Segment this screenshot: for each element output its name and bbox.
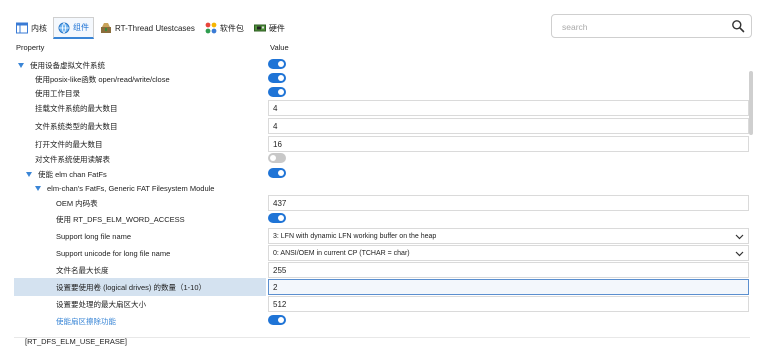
- toggle-switch[interactable]: [268, 153, 286, 163]
- config-row: Support unicode for long file name 0: AN…: [14, 244, 750, 262]
- package-grid-icon: [205, 22, 217, 34]
- hardware-board-icon: [253, 22, 266, 34]
- row-label: 对文件系统使用读解表: [35, 154, 110, 164]
- expand-arrow-icon[interactable]: [26, 171, 32, 177]
- config-row: 设置要处理的最大扇区大小 512: [14, 295, 750, 313]
- scrollbar-thumb[interactable]: [749, 71, 753, 135]
- toggle-switch[interactable]: [268, 59, 286, 69]
- toggle-switch[interactable]: [268, 315, 286, 325]
- toggle-switch[interactable]: [268, 213, 286, 223]
- row-label: elm-chan's FatFs, Generic FAT Filesystem…: [47, 183, 215, 193]
- row-label: 使用工作目录: [35, 88, 80, 98]
- search-input[interactable]: [560, 20, 720, 33]
- config-row: 使能扇区擦除功能: [14, 312, 750, 330]
- value-field[interactable]: 2: [268, 279, 749, 295]
- tab-hardware-label: 硬件: [268, 23, 285, 33]
- property-column-header: Property: [16, 43, 45, 52]
- config-tabs: 内核 组件 RT-Thread Utestcases 软件包 硬件: [12, 14, 291, 42]
- config-row-selected: 设置要使用卷 (logical drives) 的数量（1-10） 2: [14, 278, 750, 296]
- value-dropdown[interactable]: 3: LFN with dynamic LFN working buffer o…: [268, 228, 749, 244]
- tab-components-label: 组件: [73, 23, 89, 32]
- dropdown-value: 3: LFN with dynamic LFN working buffer o…: [273, 232, 437, 240]
- row-label: 设置要处理的最大扇区大小: [56, 299, 146, 309]
- row-label: 挂载文件系统的最大数目: [35, 103, 118, 113]
- row-label: 使用设备虚拟文件系统: [30, 60, 105, 70]
- row-label: 设置要使用卷 (logical drives) 的数量（1-10）: [56, 282, 207, 292]
- toggle-switch[interactable]: [268, 168, 286, 178]
- config-row: Support long file name 3: LFN with dynam…: [14, 227, 750, 245]
- tab-packages[interactable]: 软件包: [201, 17, 248, 39]
- row-label: 使用 RT_DFS_ELM_WORD_ACCESS: [56, 214, 185, 224]
- value-field[interactable]: 4: [268, 118, 749, 134]
- dropdown-value: 0: ANSI/OEM in current CP (TCHAR = char): [273, 249, 410, 257]
- value-column-header: Value: [270, 43, 289, 52]
- row-label: Support long file name: [56, 231, 132, 241]
- row-label: 使用posix-like函数 open/read/write/close: [35, 74, 170, 84]
- row-label: 打开文件的最大数目: [35, 139, 103, 149]
- value-field[interactable]: 4: [268, 100, 749, 116]
- value-dropdown[interactable]: 0: ANSI/OEM in current CP (TCHAR = char): [268, 245, 749, 261]
- tab-hardware[interactable]: 硬件: [250, 17, 289, 39]
- toggle-switch[interactable]: [268, 73, 286, 83]
- config-row: 使用 RT_DFS_ELM_WORD_ACCESS: [14, 210, 750, 228]
- expand-arrow-icon[interactable]: [18, 62, 24, 68]
- row-label: 文件系统类型的最大数目: [35, 121, 118, 131]
- row-label: 文件名最大长度: [56, 265, 109, 275]
- value-field[interactable]: 255: [268, 262, 749, 278]
- chevron-down-icon: [735, 249, 744, 258]
- search-box: [551, 14, 752, 38]
- value-field[interactable]: 437: [268, 195, 749, 211]
- expand-arrow-icon[interactable]: [35, 185, 41, 191]
- search-icon[interactable]: [731, 19, 745, 33]
- tab-components[interactable]: 组件: [53, 17, 94, 39]
- component-globe-icon: [58, 22, 70, 34]
- vertical-scrollbar[interactable]: [749, 67, 754, 337]
- testcase-icon: [100, 22, 112, 34]
- tab-kernel-label: 内核: [31, 23, 47, 33]
- macro-name-footer: [RT_DFS_ELM_USE_ERASE]: [25, 337, 127, 346]
- tab-packages-label: 软件包: [219, 23, 244, 33]
- chevron-down-icon: [735, 232, 744, 241]
- tab-kernel[interactable]: 内核: [12, 17, 51, 39]
- row-label: OEM 内码表: [56, 198, 98, 208]
- row-label: 使能 elm chan FatFs: [38, 169, 107, 179]
- value-field[interactable]: 512: [268, 296, 749, 312]
- row-label: Support unicode for long file name: [56, 248, 171, 258]
- toggle-switch[interactable]: [268, 87, 286, 97]
- config-row: 挂载文件系统的最大数目 4: [14, 99, 750, 117]
- config-row: 文件系统类型的最大数目 4: [14, 117, 750, 135]
- tab-utestcases-label: RT-Thread Utestcases: [115, 23, 195, 33]
- config-row: 文件名最大长度 255: [14, 261, 750, 279]
- row-label: 使能扇区擦除功能: [56, 316, 116, 326]
- tab-utestcases[interactable]: RT-Thread Utestcases: [96, 17, 199, 39]
- kernel-window-icon: [16, 22, 28, 34]
